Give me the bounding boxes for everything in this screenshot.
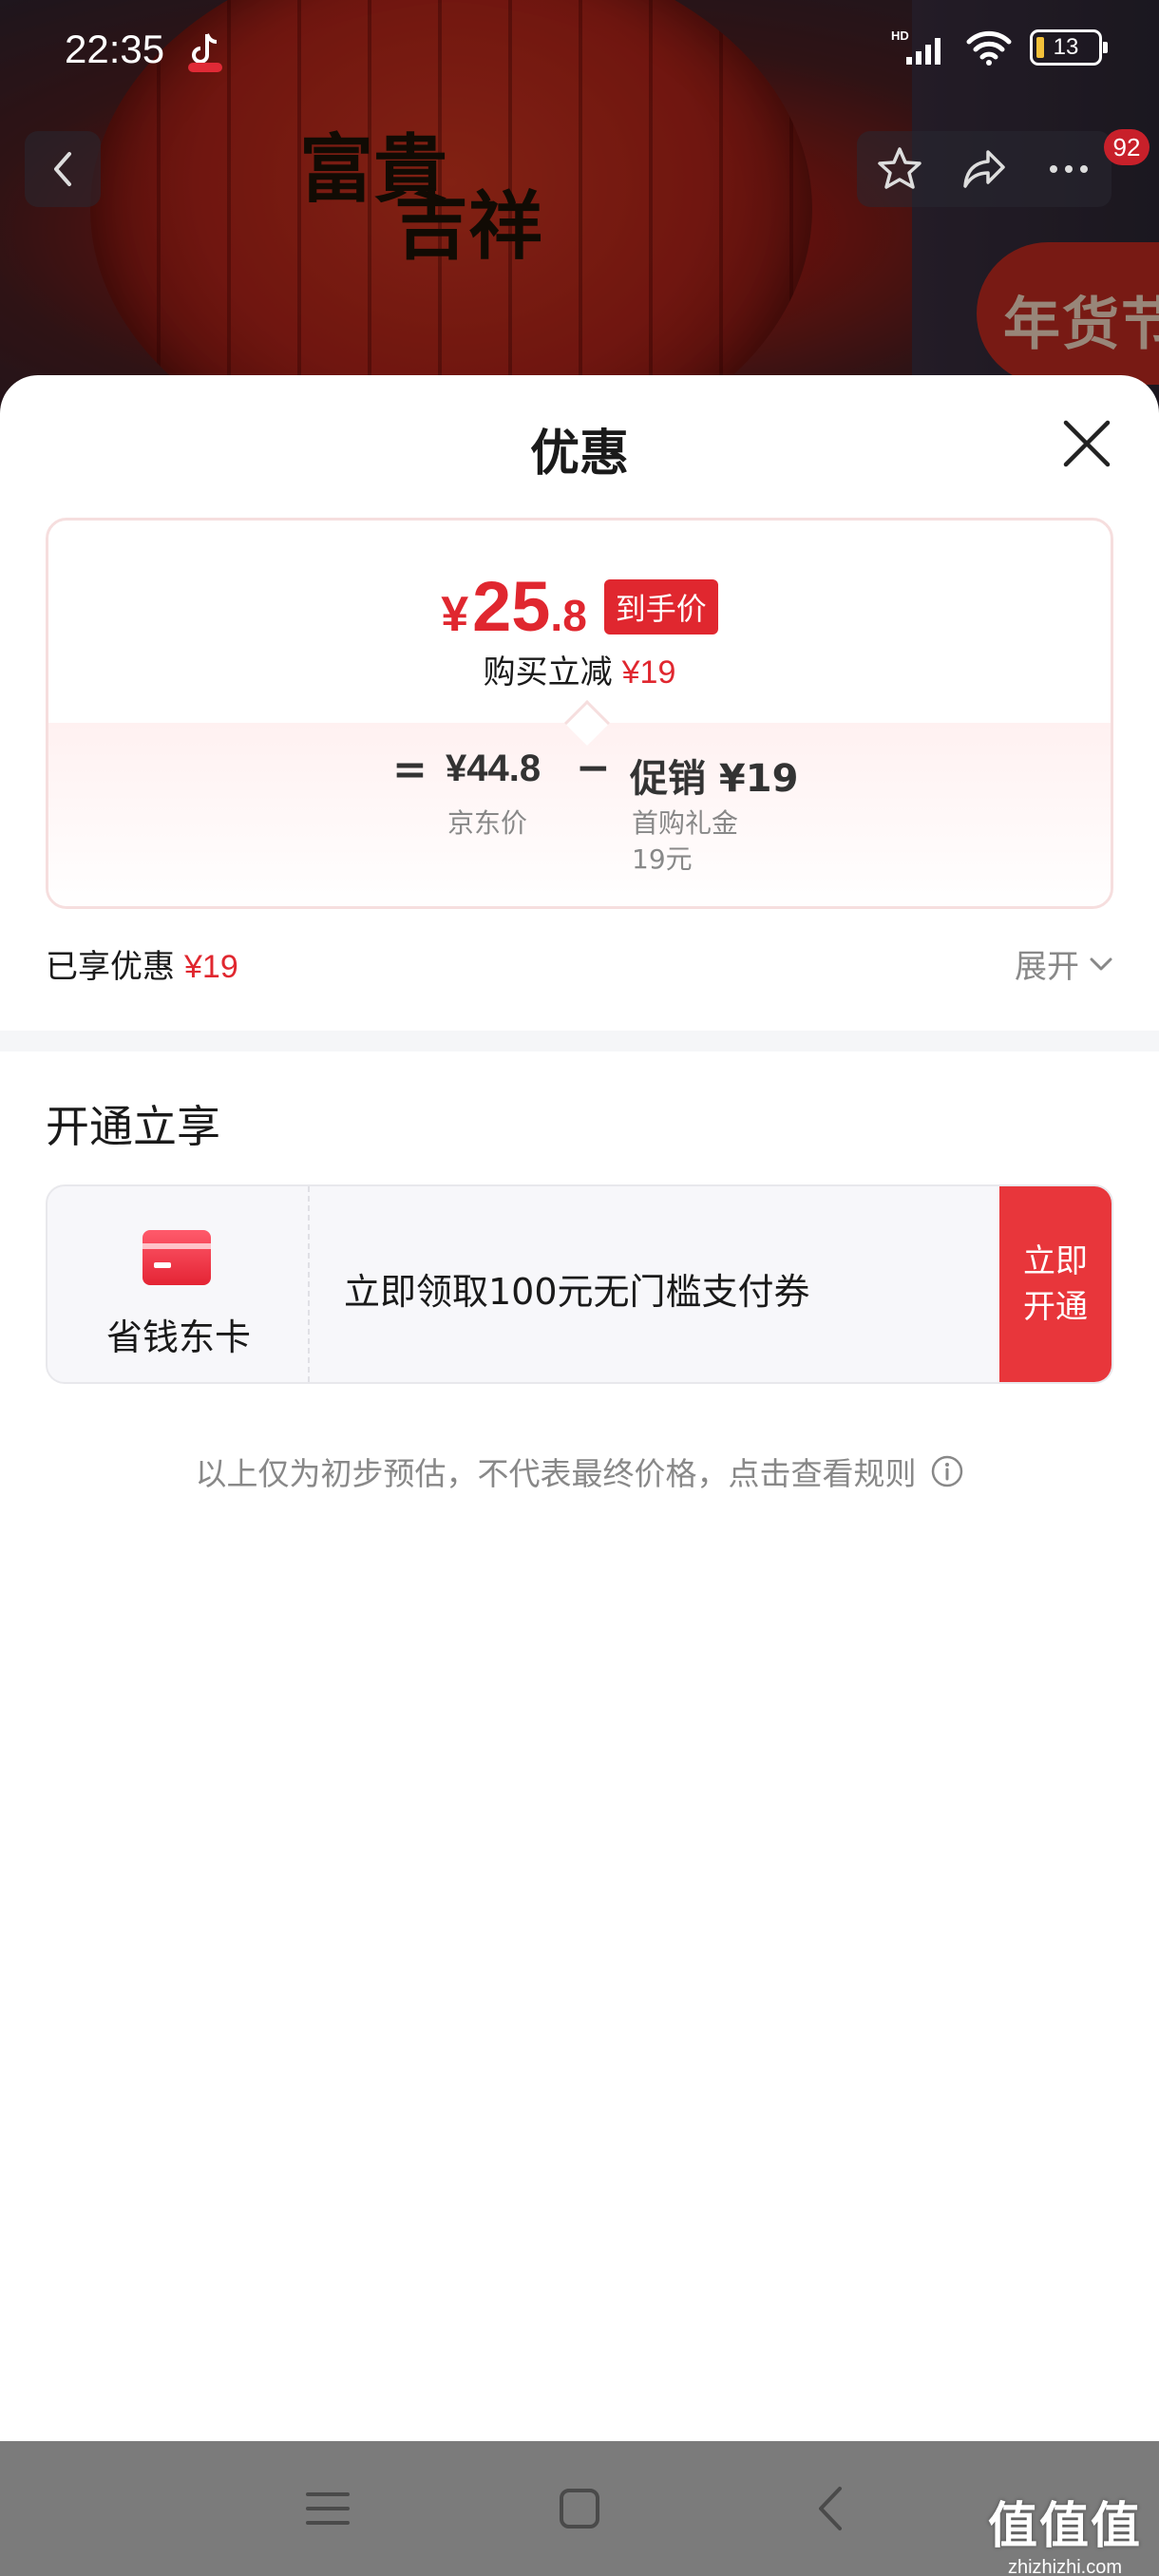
wifi-icon (966, 30, 1012, 66)
section-divider (0, 1031, 1159, 1051)
share-icon[interactable] (960, 144, 1009, 194)
chevron-left-icon (54, 152, 71, 186)
enjoyed-label: 已享优惠 (46, 948, 175, 986)
chevron-down-icon (1090, 957, 1112, 970)
watermark-big: 值值值 (987, 2497, 1142, 2555)
final-price: ¥ 25 .8 到手价 (48, 566, 1111, 647)
svg-text:HD: HD (891, 28, 909, 43)
watermark-url: zhizhizhi.com (1007, 2557, 1123, 2576)
back-nav-icon[interactable] (798, 2479, 864, 2538)
watermark-logo: 值值值 zhizhizhi.com (988, 2486, 1142, 2576)
cellular-signal-icon: HD (891, 28, 940, 65)
expand-label: 展开 (1015, 948, 1079, 986)
message-count-badge: 92 (1104, 129, 1150, 165)
activate-button[interactable]: 立即开通 (999, 1186, 1112, 1382)
system-navigation-bar (0, 2441, 1159, 2576)
nav-actions (857, 131, 1112, 207)
final-price-decimal: .8 (550, 591, 587, 640)
formula-minus: − (576, 744, 611, 792)
reduction-label: 购买立减 (483, 653, 613, 691)
promo-amount: 促销 ¥19 (630, 757, 799, 801)
sheet-title: 优惠 (529, 426, 629, 483)
price-disclaimer[interactable]: 以上仅为初步预估，不代表最终价格，点击查看规则 (0, 1449, 1159, 1494)
discount-sheet: 优惠 ¥ 25 .8 到手价 购买立减 ¥19 = ¥44.8 京东价 − 促销 … (0, 375, 1159, 2441)
base-price-label: 京东价 (447, 807, 528, 839)
price-breakdown-card: ¥ 25 .8 到手价 购买立减 ¥19 = ¥44.8 京东价 − 促销 ¥19… (46, 518, 1113, 909)
final-price-tag: 到手价 (603, 578, 718, 635)
section-title: 开通立享 (46, 1101, 220, 1152)
formula-equals: = (392, 746, 428, 794)
offer-brand-name: 省钱东卡 (105, 1316, 251, 1358)
close-icon[interactable] (1058, 415, 1115, 472)
offer-description: 立即领取100元无门槛支付券 (344, 1271, 810, 1313)
info-icon[interactable] (930, 1454, 964, 1488)
membership-offer-card[interactable]: 省钱东卡 立即领取100元无门槛支付券 立即开通 (46, 1184, 1113, 1384)
enjoyed-amount: ¥19 (184, 949, 238, 985)
expand-button[interactable]: 展开 (1015, 940, 1113, 987)
status-time: 22:35 (65, 27, 165, 71)
back-button[interactable] (25, 131, 101, 207)
more-options-icon[interactable] (1044, 144, 1093, 194)
menu-icon[interactable] (294, 2479, 361, 2538)
battery-indicator: 13 (1030, 29, 1108, 66)
status-bar: 22:35 HD 13 (0, 0, 1159, 104)
promo-sub-label-1: 首购礼金 (632, 807, 739, 839)
final-price-integer: 25 (472, 567, 551, 646)
offer-brand: 省钱东卡 (48, 1186, 310, 1382)
base-price: ¥44.8 (446, 748, 542, 789)
reduction-amount: ¥19 (621, 654, 676, 691)
card-icon (142, 1230, 211, 1285)
tiktok-notification-icon (188, 33, 222, 72)
favorite-star-icon[interactable] (875, 144, 924, 194)
home-icon[interactable] (546, 2479, 613, 2538)
final-price-currency: ¥ (441, 587, 469, 642)
promo-sub-label-2: 19元 (632, 843, 693, 875)
disclaimer-text: 以上仅为初步预估，不代表最终价格，点击查看规则 (195, 1455, 917, 1492)
enjoyed-discount: 已享优惠 ¥19 (46, 940, 238, 987)
instant-reduction: 购买立减 ¥19 (48, 646, 1111, 692)
